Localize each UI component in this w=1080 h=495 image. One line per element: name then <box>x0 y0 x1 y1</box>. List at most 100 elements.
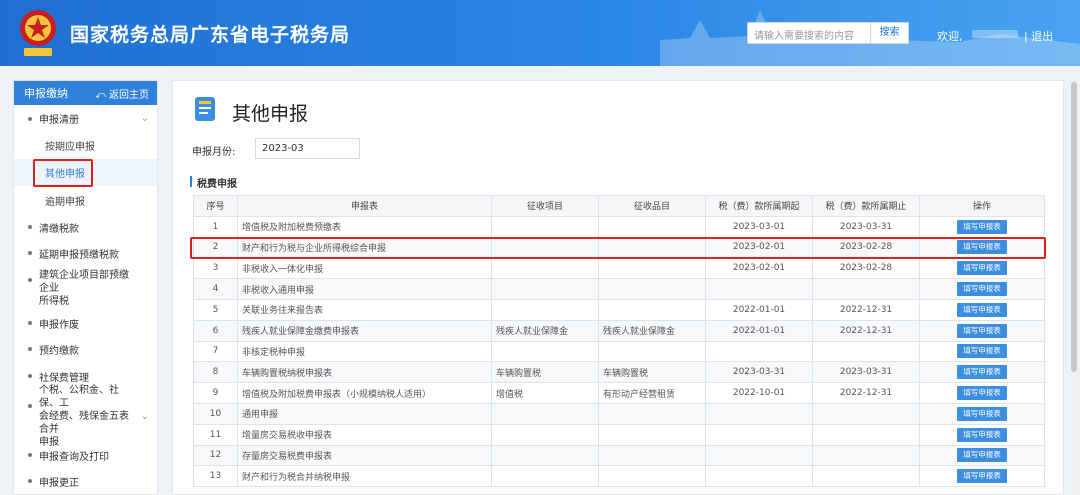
cell-form: 增量房交易税收申报表 <box>237 423 492 446</box>
cell-action: 填写申报表 <box>919 382 1045 404</box>
fill-form-button[interactable]: 填写申报表 <box>957 344 1007 359</box>
sidebar-item-five-forms-merge[interactable]: 个税、公积金、社保、工 会经费、残保金五表合并 申报 ⌄ <box>14 385 157 448</box>
table-row: 4 非税收入通用申报 填写申报表 <box>193 278 1045 300</box>
sidebar-item-correction[interactable]: 申报更正 <box>14 468 157 494</box>
cell-subitem <box>598 215 706 238</box>
scrollbar-thumb[interactable] <box>1071 82 1077 372</box>
chevron-down-icon[interactable]: ⌄ <box>141 113 149 124</box>
cell-form: 存量房交易税费申报表 <box>237 444 492 467</box>
bullet-icon <box>28 251 32 255</box>
sidebar-item-settle-tax[interactable]: 清缴税款 <box>14 214 157 240</box>
sidebar-item-deferred[interactable]: 延期申报预缴税款 <box>14 240 157 266</box>
sidebar-item-query-print[interactable]: 申报查询及打印 <box>14 442 157 468</box>
page-title: 其他申报 <box>232 103 309 125</box>
bullet-icon <box>28 479 32 483</box>
month-field[interactable]: 2023-03 <box>255 138 360 159</box>
cell-action: 填写申报表 <box>919 278 1045 300</box>
cell-form: 非税收入通用申报 <box>237 278 492 300</box>
col-header-action: 操作 <box>919 195 1045 217</box>
cell-seq: 5 <box>193 298 238 321</box>
fill-form-button[interactable]: 填写申报表 <box>957 261 1007 276</box>
logout-link[interactable]: | 退出 <box>1024 28 1053 44</box>
cell-item: 残疾人就业保障金 <box>491 319 599 342</box>
cell-period-start: 2022-01-01 <box>705 319 813 342</box>
cell-action: 填写申报表 <box>919 319 1045 342</box>
sidebar: 申报缴纳 ⤺ 返回主页 申报清册 ⌄ 按期应申报 其他申报 逾期申报 清缴税款 … <box>13 80 158 495</box>
cell-subitem <box>598 444 706 467</box>
bullet-icon <box>28 404 32 408</box>
cell-seq: 12 <box>193 444 238 467</box>
chevron-down-icon[interactable]: ⌄ <box>141 410 149 423</box>
fill-form-button[interactable]: 填写申报表 <box>957 282 1007 297</box>
cell-subitem: 残疾人就业保障金 <box>598 319 706 342</box>
table-header-row: 序号 申报表 征收项目 征收品目 税（费）款所属期起 税（费）款所属期止 操作 <box>193 195 1045 217</box>
cell-form: 车辆购置税纳税申报表 <box>237 361 492 384</box>
cell-item <box>491 298 599 321</box>
sidebar-subitem-overdue[interactable]: 逾期申报 <box>14 186 157 214</box>
cell-period-start <box>705 423 813 446</box>
cell-seq: 6 <box>193 319 238 342</box>
cell-form: 增值税及附加税费申报表（小规模纳税人适用） <box>237 382 492 404</box>
cell-period-start <box>705 465 813 488</box>
month-label: 申报月份: <box>192 147 236 158</box>
cell-item <box>491 257 599 280</box>
highlight-box-sidebar <box>33 159 93 187</box>
cell-seq: 10 <box>193 402 238 425</box>
fill-form-button[interactable]: 填写申报表 <box>957 302 1007 317</box>
cell-action: 填写申报表 <box>919 423 1045 446</box>
fill-form-button[interactable]: 填写申报表 <box>957 448 1007 463</box>
masked-username <box>972 30 1018 38</box>
cell-item <box>491 402 599 425</box>
cell-period-end: 2022-12-31 <box>812 382 920 404</box>
cell-period-start: 2023-02-01 <box>705 257 813 280</box>
table-row: 10 通用申报 填写申报表 <box>193 402 1045 425</box>
section-title: 税费申报 <box>197 179 237 190</box>
table-row: 8 车辆购置税纳税申报表 车辆购置税 车辆购置税 2023-03-31 2023-03-3… <box>193 361 1045 384</box>
cell-seq: 8 <box>193 361 238 384</box>
cell-seq: 4 <box>193 278 238 300</box>
table-row: 7 非核定税种申报 填写申报表 <box>193 340 1045 363</box>
back-home-link[interactable]: ⤺ 返回主页 <box>95 86 149 101</box>
sidebar-header: 申报缴纳 ⤺ 返回主页 <box>14 81 157 105</box>
welcome-text: 欢迎, <box>937 30 963 43</box>
cell-subitem <box>598 298 706 321</box>
sidebar-item-construction-prepay[interactable]: 建筑企业项目部预缴企业 所得税 <box>14 266 157 310</box>
sidebar-item-scheduled-payment[interactable]: 预约缴款 <box>14 336 157 362</box>
cell-period-end: 2023-02-28 <box>812 257 920 280</box>
bullet-icon <box>28 374 32 378</box>
fill-form-button[interactable]: 填写申报表 <box>957 219 1007 234</box>
cell-action: 填写申报表 <box>919 340 1045 363</box>
cell-item <box>491 444 599 467</box>
fill-form-button[interactable]: 填写申报表 <box>957 427 1007 442</box>
cell-period-end <box>812 423 920 446</box>
section-accent-bar <box>190 176 192 187</box>
fill-form-button[interactable]: 填写申报表 <box>957 386 1007 401</box>
sidebar-item-void[interactable]: 申报作废 <box>14 310 157 336</box>
fill-form-button[interactable]: 填写申报表 <box>957 365 1007 380</box>
search-button[interactable]: 搜索 <box>871 22 909 44</box>
cell-form: 残疾人就业保障金缴费申报表 <box>237 319 492 342</box>
cell-seq: 9 <box>193 382 238 404</box>
cell-form: 非核定税种申报 <box>237 340 492 363</box>
cell-item <box>491 465 599 488</box>
cell-form: 增值税及附加税费预缴表 <box>237 215 492 238</box>
fill-form-button[interactable]: 填写申报表 <box>957 406 1007 421</box>
cell-period-end <box>812 340 920 363</box>
tax-emblem-logo <box>20 10 56 56</box>
cell-period-end: 2022-12-31 <box>812 319 920 342</box>
cell-seq: 11 <box>193 423 238 446</box>
cell-item <box>491 278 599 300</box>
search-input[interactable]: 请输入需要搜索的内容 <box>747 22 871 44</box>
cell-period-start: 2022-10-01 <box>705 382 813 404</box>
fill-form-button[interactable]: 填写申报表 <box>957 323 1007 338</box>
cell-item <box>491 423 599 446</box>
table-row: 6 残疾人就业保障金缴费申报表 残疾人就业保障金 残疾人就业保障金 2022-01-01… <box>193 319 1045 342</box>
sidebar-subitem-periodic[interactable]: 按期应申报 <box>14 132 157 159</box>
cell-form: 非税收入一体化申报 <box>237 257 492 280</box>
bullet-icon <box>28 347 32 351</box>
table-row: 13 财产和行为税合并纳税申报 填写申报表 <box>193 465 1045 488</box>
cell-action: 填写申报表 <box>919 361 1045 384</box>
fill-form-button[interactable]: 填写申报表 <box>957 469 1007 484</box>
cell-action: 填写申报表 <box>919 298 1045 321</box>
sidebar-item-declaration-list[interactable]: 申报清册 ⌄ <box>14 105 157 132</box>
